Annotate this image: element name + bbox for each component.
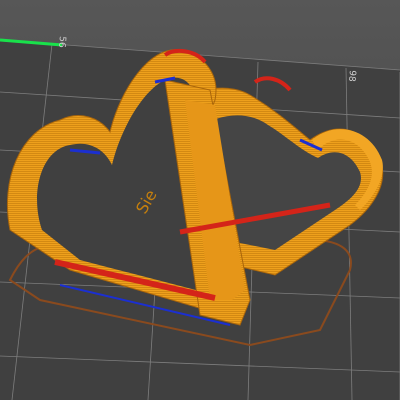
print-bed-scene[interactable]: 56 09 98 Sie [0,0,400,400]
bed-ruler-label: 98 [346,70,357,83]
bed-ruler-label: 56 [56,36,67,49]
3d-viewport[interactable]: 56 09 98 Sie [0,0,400,400]
